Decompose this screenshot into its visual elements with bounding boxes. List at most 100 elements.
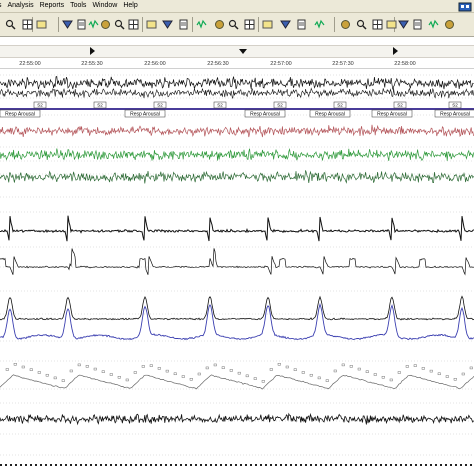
spo2-sample-marker xyxy=(213,363,217,367)
time-scrollbar[interactable] xyxy=(0,45,474,58)
time-tick-label: 22:55:00 xyxy=(19,61,41,67)
waveform-icon[interactable] xyxy=(296,19,307,30)
event-marker-short[interactable]: S2 xyxy=(448,101,462,109)
emg-trace-dark-green xyxy=(0,170,474,184)
save-icon[interactable] xyxy=(412,19,423,30)
eeg-trace-2 xyxy=(0,87,474,99)
svg-text:S2: S2 xyxy=(157,103,163,108)
search-icon[interactable] xyxy=(5,19,16,30)
spo2-sample-marker xyxy=(53,376,57,380)
spo2-sample-marker xyxy=(389,378,393,382)
spo2-sample-marker xyxy=(365,370,369,373)
menu-item-help[interactable]: Help xyxy=(120,0,140,12)
event-marker-short[interactable]: S2 xyxy=(393,101,407,109)
arrow-left-icon[interactable] xyxy=(178,19,189,30)
spo2-sample-marker xyxy=(141,365,145,368)
event-marker-resp-arousal[interactable]: Resp Arousal xyxy=(371,109,413,117)
time-ruler: 22:55:00 22:55:30 22:56:00 22:56:30 22:57:00… xyxy=(0,37,474,69)
scroll-right-arrow-icon[interactable] xyxy=(392,47,400,55)
spo2-sample-marker xyxy=(437,372,441,376)
bar-icon[interactable] xyxy=(280,19,291,30)
scroll-left-arrow-icon[interactable] xyxy=(88,47,96,55)
spo2-sample-marker xyxy=(221,366,225,369)
spo2-sample-marker xyxy=(173,372,177,376)
spo2-sample-marker xyxy=(317,376,321,380)
svg-text:S2: S2 xyxy=(97,103,103,108)
spo2-sample-marker xyxy=(93,367,97,371)
zoom-icon[interactable] xyxy=(22,19,33,30)
time-tick-label: 22:55:30 xyxy=(81,61,103,67)
menu-item-window[interactable]: Window xyxy=(89,0,120,12)
spo2-sample-marker xyxy=(45,373,49,377)
spo2-sample-marker xyxy=(301,371,305,374)
menu-item-analysis[interactable]: Analysis xyxy=(5,0,37,12)
spo2-sample-marker xyxy=(205,366,209,370)
spo2-sample-marker xyxy=(277,363,281,366)
event-marker-resp-arousal[interactable]: Resp Arousal xyxy=(0,109,41,117)
spo2-sample-marker xyxy=(445,375,449,378)
marker-icon[interactable] xyxy=(162,19,173,30)
resp-effort-trace xyxy=(0,248,474,276)
signal-traces-area[interactable]: S2 S2 S2 S2 S2 S2 S2 S2 Resp Arousal Resp Arousal… xyxy=(0,69,474,474)
ruler-icon[interactable] xyxy=(244,19,255,30)
filter-icon[interactable] xyxy=(146,19,157,30)
zoom-out-icon[interactable] xyxy=(228,19,239,30)
event-marker-short[interactable]: S2 xyxy=(333,101,347,109)
arrow-right-icon[interactable] xyxy=(196,19,207,30)
grid-icon[interactable] xyxy=(100,19,111,30)
svg-text:Resp Arousal: Resp Arousal xyxy=(440,111,470,117)
event-marker-resp-arousal[interactable]: Resp Arousal xyxy=(244,109,286,117)
svg-text:S2: S2 xyxy=(277,103,283,108)
event-icon[interactable] xyxy=(128,19,139,30)
layout-icon[interactable] xyxy=(76,19,87,30)
layout-icon[interactable] xyxy=(36,19,47,30)
event-marker-short[interactable]: S2 xyxy=(93,101,107,109)
print-icon[interactable] xyxy=(428,19,439,30)
spo2-sample-marker xyxy=(421,367,425,370)
spo2-sample-marker xyxy=(237,371,241,375)
spo2-sample-marker xyxy=(285,365,289,369)
event-marker-short[interactable]: S2 xyxy=(33,101,47,109)
help-icon[interactable] xyxy=(444,19,455,30)
spo2-sample-marker xyxy=(157,367,161,370)
spo2-trace xyxy=(0,374,474,390)
spo2-sample-marker xyxy=(413,364,417,367)
menu-bar: s Analysis Reports Tools Window Help xyxy=(0,0,474,13)
spo2-sample-marker xyxy=(133,371,137,374)
scroll-position-marker-icon[interactable] xyxy=(239,47,247,55)
zoom-in-icon[interactable] xyxy=(214,19,225,30)
spo2-sample-marker xyxy=(109,373,113,376)
spo2-sample-marker xyxy=(293,368,297,371)
montage-icon[interactable] xyxy=(356,19,367,30)
svg-text:S2: S2 xyxy=(397,103,403,108)
event-marker-short[interactable]: S2 xyxy=(213,101,227,109)
spo2-sample-marker xyxy=(5,368,9,371)
grid-icon[interactable] xyxy=(114,19,125,30)
svg-text:S2: S2 xyxy=(337,103,343,108)
event-marker-short[interactable]: S2 xyxy=(273,101,287,109)
spo2-sample-marker xyxy=(21,365,25,369)
spo2-sample-marker xyxy=(469,366,473,370)
flag-icon[interactable] xyxy=(262,19,273,30)
spo2-sample-marker xyxy=(181,375,185,378)
event-marker-resp-arousal[interactable]: Resp Arousal xyxy=(124,109,166,117)
clock-icon[interactable] xyxy=(340,19,351,30)
signal-traces-svg: S2 S2 S2 S2 S2 S2 S2 S2Resp Arousal Resp Arousal… xyxy=(0,74,474,466)
lock-icon[interactable] xyxy=(372,19,383,30)
settings-icon[interactable] xyxy=(314,19,325,30)
spo2-sample-marker xyxy=(253,377,257,380)
event-marker-resp-arousal[interactable]: Resp Arousal xyxy=(434,109,474,117)
person-icon[interactable] xyxy=(386,19,397,30)
app-icon xyxy=(458,2,472,12)
event-marker-resp-arousal[interactable]: Resp Arousal xyxy=(309,109,351,117)
spo2-sample-marker xyxy=(349,365,353,368)
spo2-sample-marker xyxy=(453,378,457,381)
layout-icon[interactable] xyxy=(62,19,73,30)
menu-item-reports[interactable]: Reports xyxy=(37,0,68,12)
spo2-sample-marker xyxy=(69,369,73,373)
light-icon[interactable] xyxy=(398,19,409,30)
event-marker-short[interactable]: S2 xyxy=(153,101,167,109)
spo2-sample-marker xyxy=(429,369,433,373)
menu-item-tools[interactable]: Tools xyxy=(67,0,89,12)
layout-icon[interactable] xyxy=(88,19,99,30)
